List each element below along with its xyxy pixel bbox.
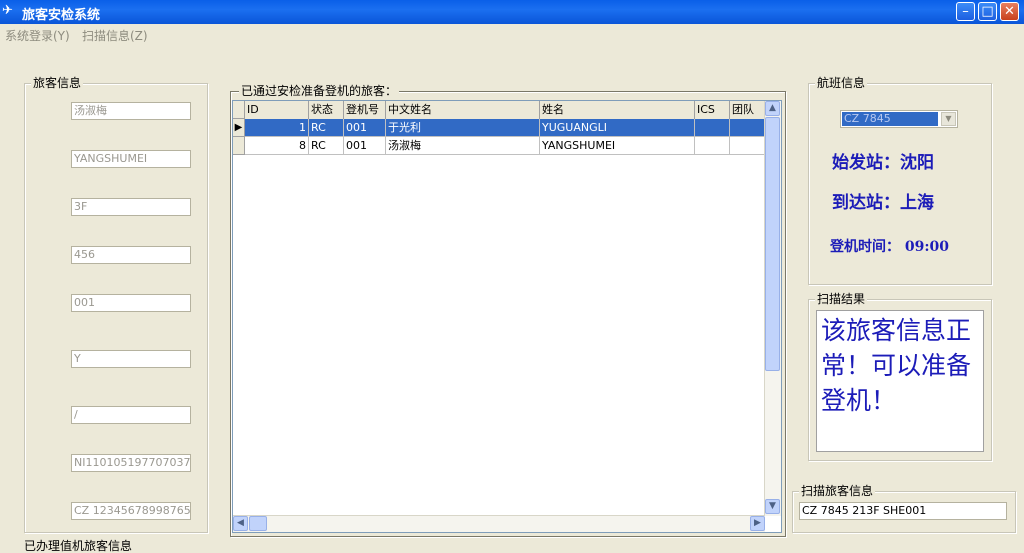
menu-bar: 系统登录(Y) 扫描信息(Z) <box>0 24 1024 44</box>
cell-id[interactable]: 8 <box>245 137 309 155</box>
col-id[interactable]: ID <box>245 101 309 119</box>
horizontal-scroll-thumb[interactable] <box>249 516 267 531</box>
table-row[interactable]: 8 RC 001 汤淑梅 YANGSHUMEI <box>233 137 765 155</box>
close-button[interactable]: ✕ <box>1000 2 1019 21</box>
flight-select[interactable]: CZ 7845 ▼ <box>840 110 958 128</box>
cn-name-field[interactable]: 汤淑梅 <box>71 102 191 120</box>
horizontal-scrollbar[interactable]: ◀ ▶ <box>233 515 765 532</box>
flight-select-value[interactable]: CZ 7845 <box>842 112 938 126</box>
flight-info-title: 航班信息 <box>815 76 868 90</box>
col-cn-name[interactable]: 中文姓名 <box>386 101 540 119</box>
class-field[interactable]: Y <box>71 350 191 368</box>
boarding-no-field[interactable]: 001 <box>71 294 191 312</box>
col-name[interactable]: 姓名 <box>540 101 695 119</box>
cell-ics[interactable] <box>695 137 730 155</box>
id-number-field[interactable]: NI1101051977070373 <box>71 454 191 472</box>
cell-id[interactable]: 1 <box>245 119 309 137</box>
cell-boarding-no[interactable]: 001 <box>344 119 386 137</box>
cell-name[interactable]: YUGUANGLI <box>540 119 695 137</box>
destination-station: 到达站：上海 <box>832 193 934 213</box>
scan-result-message: 该旅客信息正常！可以准备登机！ <box>816 310 984 452</box>
col-status[interactable]: 状态 <box>309 101 344 119</box>
passenger-info-title: 旅客信息 <box>31 76 84 90</box>
seat-field[interactable]: 3F <box>71 198 191 216</box>
chevron-down-icon[interactable]: ▼ <box>941 112 956 126</box>
app-icon: ✈ <box>2 3 13 18</box>
table-row[interactable]: ▶ 1 RC 001 于光利 YUGUANGLI <box>233 119 765 137</box>
menu-scan-info[interactable]: 扫描信息(Z) <box>82 27 148 44</box>
checked-in-list-title: 已办理值机旅客信息 <box>24 539 133 553</box>
cell-cn-name[interactable]: 于光利 <box>386 119 540 137</box>
grid-corner <box>233 101 245 119</box>
scan-passenger-input[interactable]: CZ 7845 213F SHE001 <box>799 502 1007 520</box>
title-bar[interactable]: ✈ 旅客安检系统 – □ ✕ <box>0 0 1024 24</box>
extra-field[interactable]: / <box>71 406 191 424</box>
menu-system-login[interactable]: 系统登录(Y) <box>5 27 70 44</box>
col-team[interactable]: 团队 <box>730 101 765 119</box>
vertical-scroll-thumb[interactable] <box>765 117 780 371</box>
cell-status[interactable]: RC <box>309 137 344 155</box>
passed-list-title: 已通过安检准备登机的旅客： <box>239 84 400 98</box>
boarding-time: 登机时间： 09:00 <box>830 239 950 255</box>
en-name-field[interactable]: YANGSHUMEI <box>71 150 191 168</box>
maximize-button[interactable]: □ <box>978 2 997 21</box>
cell-name[interactable]: YANGSHUMEI <box>540 137 695 155</box>
scroll-left-icon[interactable]: ◀ <box>233 516 248 531</box>
cell-status[interactable]: RC <box>309 119 344 137</box>
cell-boarding-no[interactable]: 001 <box>344 137 386 155</box>
cell-ics[interactable] <box>695 119 730 137</box>
cell-team[interactable] <box>730 137 765 155</box>
minimize-button[interactable]: – <box>956 2 975 21</box>
passenger-info-group: 旅客信息 汤淑梅 YANGSHUMEI 3F 456 001 Y / NI110… <box>24 76 208 533</box>
cell-team[interactable] <box>730 119 765 137</box>
scan-passenger-title: 扫描旅客信息 <box>799 484 876 498</box>
ticket-field[interactable]: CZ 12345678998765DD <box>71 502 191 520</box>
number-field[interactable]: 456 <box>71 246 191 264</box>
col-ics[interactable]: ICS <box>695 101 730 119</box>
row-selector[interactable] <box>233 137 245 155</box>
origin-station: 始发站：沈阳 <box>832 153 934 173</box>
vertical-scrollbar[interactable]: ▲ ▼ <box>764 101 781 516</box>
scroll-up-icon[interactable]: ▲ <box>765 101 780 116</box>
cell-cn-name[interactable]: 汤淑梅 <box>386 137 540 155</box>
scan-result-title: 扫描结果 <box>815 292 868 306</box>
scroll-right-icon[interactable]: ▶ <box>750 516 765 531</box>
passenger-grid: ID 状态 登机号 中文姓名 姓名 ICS 团队 ▶ 1 RC 001 于光利 … <box>232 100 782 533</box>
row-selected-marker[interactable]: ▶ <box>233 119 245 137</box>
grid-header: ID 状态 登机号 中文姓名 姓名 ICS 团队 <box>245 101 765 120</box>
col-boarding-no[interactable]: 登机号 <box>344 101 386 119</box>
window-title: 旅客安检系统 <box>22 8 101 23</box>
scroll-down-icon[interactable]: ▼ <box>765 499 780 514</box>
